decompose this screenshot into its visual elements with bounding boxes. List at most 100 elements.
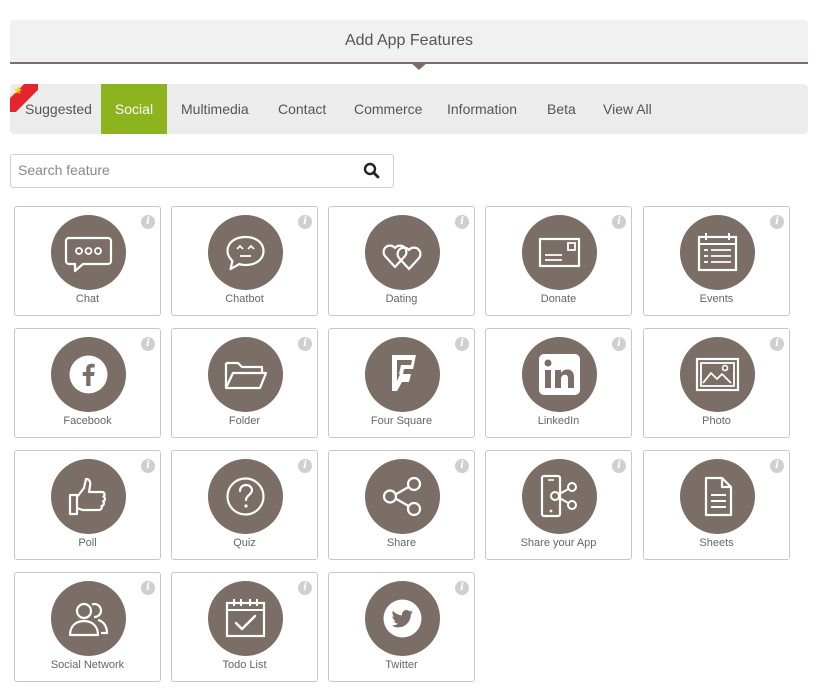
feature-label: Folder: [228, 415, 261, 427]
feature-label: Facebook: [63, 415, 112, 427]
feature-label: Todo List: [222, 659, 267, 671]
feature-label: Twitter: [385, 659, 418, 671]
feature-card-events[interactable]: Events i: [643, 206, 790, 316]
info-icon[interactable]: i: [141, 215, 155, 229]
feature-icon-circle: [680, 215, 755, 290]
feature-card-sheets[interactable]: Sheets i: [643, 450, 790, 560]
twitter-icon: [383, 599, 422, 638]
feature-label: Share your App: [520, 537, 597, 549]
feature-label: Chatbot: [225, 293, 264, 305]
tab-beta[interactable]: Beta: [547, 84, 576, 134]
info-icon[interactable]: i: [298, 215, 312, 229]
info-icon[interactable]: i: [298, 459, 312, 473]
chat-icon: [64, 236, 113, 273]
info-icon[interactable]: i: [612, 459, 626, 473]
feature-card-twitter[interactable]: Twitter i: [328, 572, 475, 682]
feature-label: Poll: [78, 537, 97, 549]
search-box: [10, 154, 394, 188]
feature-label: Photo: [702, 415, 731, 427]
page-title: Add App Features: [344, 32, 474, 49]
feature-icon-circle: [522, 337, 597, 412]
feature-icon-circle: [365, 337, 440, 412]
star-icon: ★: [13, 85, 23, 97]
document-icon: [704, 476, 733, 517]
todo-calendar-icon: [225, 599, 266, 638]
feature-icon-circle: [522, 459, 597, 534]
foursquare-icon: [392, 355, 416, 391]
feature-card-dating[interactable]: Dating i: [328, 206, 475, 316]
thumbs-up-icon: [68, 477, 107, 516]
info-icon[interactable]: i: [298, 581, 312, 595]
header-arrow: [410, 62, 428, 70]
linkedin-icon: [539, 354, 580, 395]
feature-card-todo-list[interactable]: Todo List i: [171, 572, 318, 682]
feature-card-folder[interactable]: Folder i: [171, 328, 318, 438]
category-tabs: ★ Suggested Social Multimedia Contact Co…: [10, 84, 808, 134]
feature-card-facebook[interactable]: Facebook i: [14, 328, 161, 438]
hearts-icon: [382, 244, 422, 271]
feature-icon-circle: [51, 459, 126, 534]
share-app-icon: [540, 474, 577, 518]
facebook-icon: [69, 355, 108, 394]
info-icon[interactable]: i: [612, 337, 626, 351]
share-icon: [382, 476, 422, 517]
info-icon[interactable]: i: [455, 215, 469, 229]
search-input[interactable]: [11, 155, 348, 185]
feature-label: Donate: [540, 293, 577, 305]
feature-icon-circle: [208, 459, 283, 534]
feature-icon-circle: [365, 215, 440, 290]
tab-suggested[interactable]: Suggested: [25, 84, 92, 134]
info-icon[interactable]: i: [612, 215, 626, 229]
info-icon[interactable]: i: [455, 459, 469, 473]
feature-icon-circle: [680, 459, 755, 534]
tab-information[interactable]: Information: [447, 84, 517, 134]
info-icon[interactable]: i: [455, 337, 469, 351]
info-icon[interactable]: i: [770, 459, 784, 473]
feature-label: Four Square: [370, 415, 433, 427]
search-icon[interactable]: [363, 162, 381, 180]
feature-icon-circle: [522, 215, 597, 290]
feature-card-share[interactable]: Share i: [328, 450, 475, 560]
feature-card-social-network[interactable]: Social Network i: [14, 572, 161, 682]
info-icon[interactable]: i: [770, 337, 784, 351]
feature-card-photo[interactable]: Photo i: [643, 328, 790, 438]
feature-icon-circle: [680, 337, 755, 412]
feature-icon-circle: [51, 581, 126, 656]
feature-card-chat[interactable]: Chat i: [14, 206, 161, 316]
tab-social[interactable]: Social: [101, 84, 167, 134]
feature-card-linkedin[interactable]: LinkedIn i: [485, 328, 632, 438]
info-icon[interactable]: i: [455, 581, 469, 595]
photo-icon: [695, 357, 740, 392]
feature-card-chatbot[interactable]: Chatbot i: [171, 206, 318, 316]
tab-view-all[interactable]: View All: [603, 84, 652, 134]
users-icon: [68, 602, 109, 637]
feature-label: Events: [699, 293, 734, 305]
feature-label: Sheets: [699, 537, 734, 549]
features-header: Add App Features: [10, 20, 808, 70]
feature-label: LinkedIn: [537, 415, 580, 427]
info-icon[interactable]: i: [141, 337, 155, 351]
feature-label: Quiz: [233, 537, 256, 549]
tab-contact[interactable]: Contact: [278, 84, 326, 134]
feature-card-share-your-app[interactable]: Share your App i: [485, 450, 632, 560]
info-icon[interactable]: i: [298, 337, 312, 351]
info-icon[interactable]: i: [141, 581, 155, 595]
feature-icon-circle: [365, 459, 440, 534]
info-icon[interactable]: i: [770, 215, 784, 229]
info-icon[interactable]: i: [141, 459, 155, 473]
chatbot-icon: [226, 235, 265, 271]
folder-icon: [224, 361, 268, 390]
feature-icon-circle: [51, 215, 126, 290]
feature-label: Dating: [385, 293, 418, 305]
feature-card-donate[interactable]: Donate i: [485, 206, 632, 316]
question-icon: [226, 477, 265, 516]
feature-card-quiz[interactable]: Quiz i: [171, 450, 318, 560]
tab-commerce[interactable]: Commerce: [354, 84, 422, 134]
feature-card-four-square[interactable]: Four Square i: [328, 328, 475, 438]
feature-icon-circle: [51, 337, 126, 412]
feature-label: Social Network: [50, 659, 125, 671]
tab-multimedia[interactable]: Multimedia: [181, 84, 249, 134]
feature-icon-circle: [208, 215, 283, 290]
feature-label: Share: [386, 537, 417, 549]
feature-card-poll[interactable]: Poll i: [14, 450, 161, 560]
